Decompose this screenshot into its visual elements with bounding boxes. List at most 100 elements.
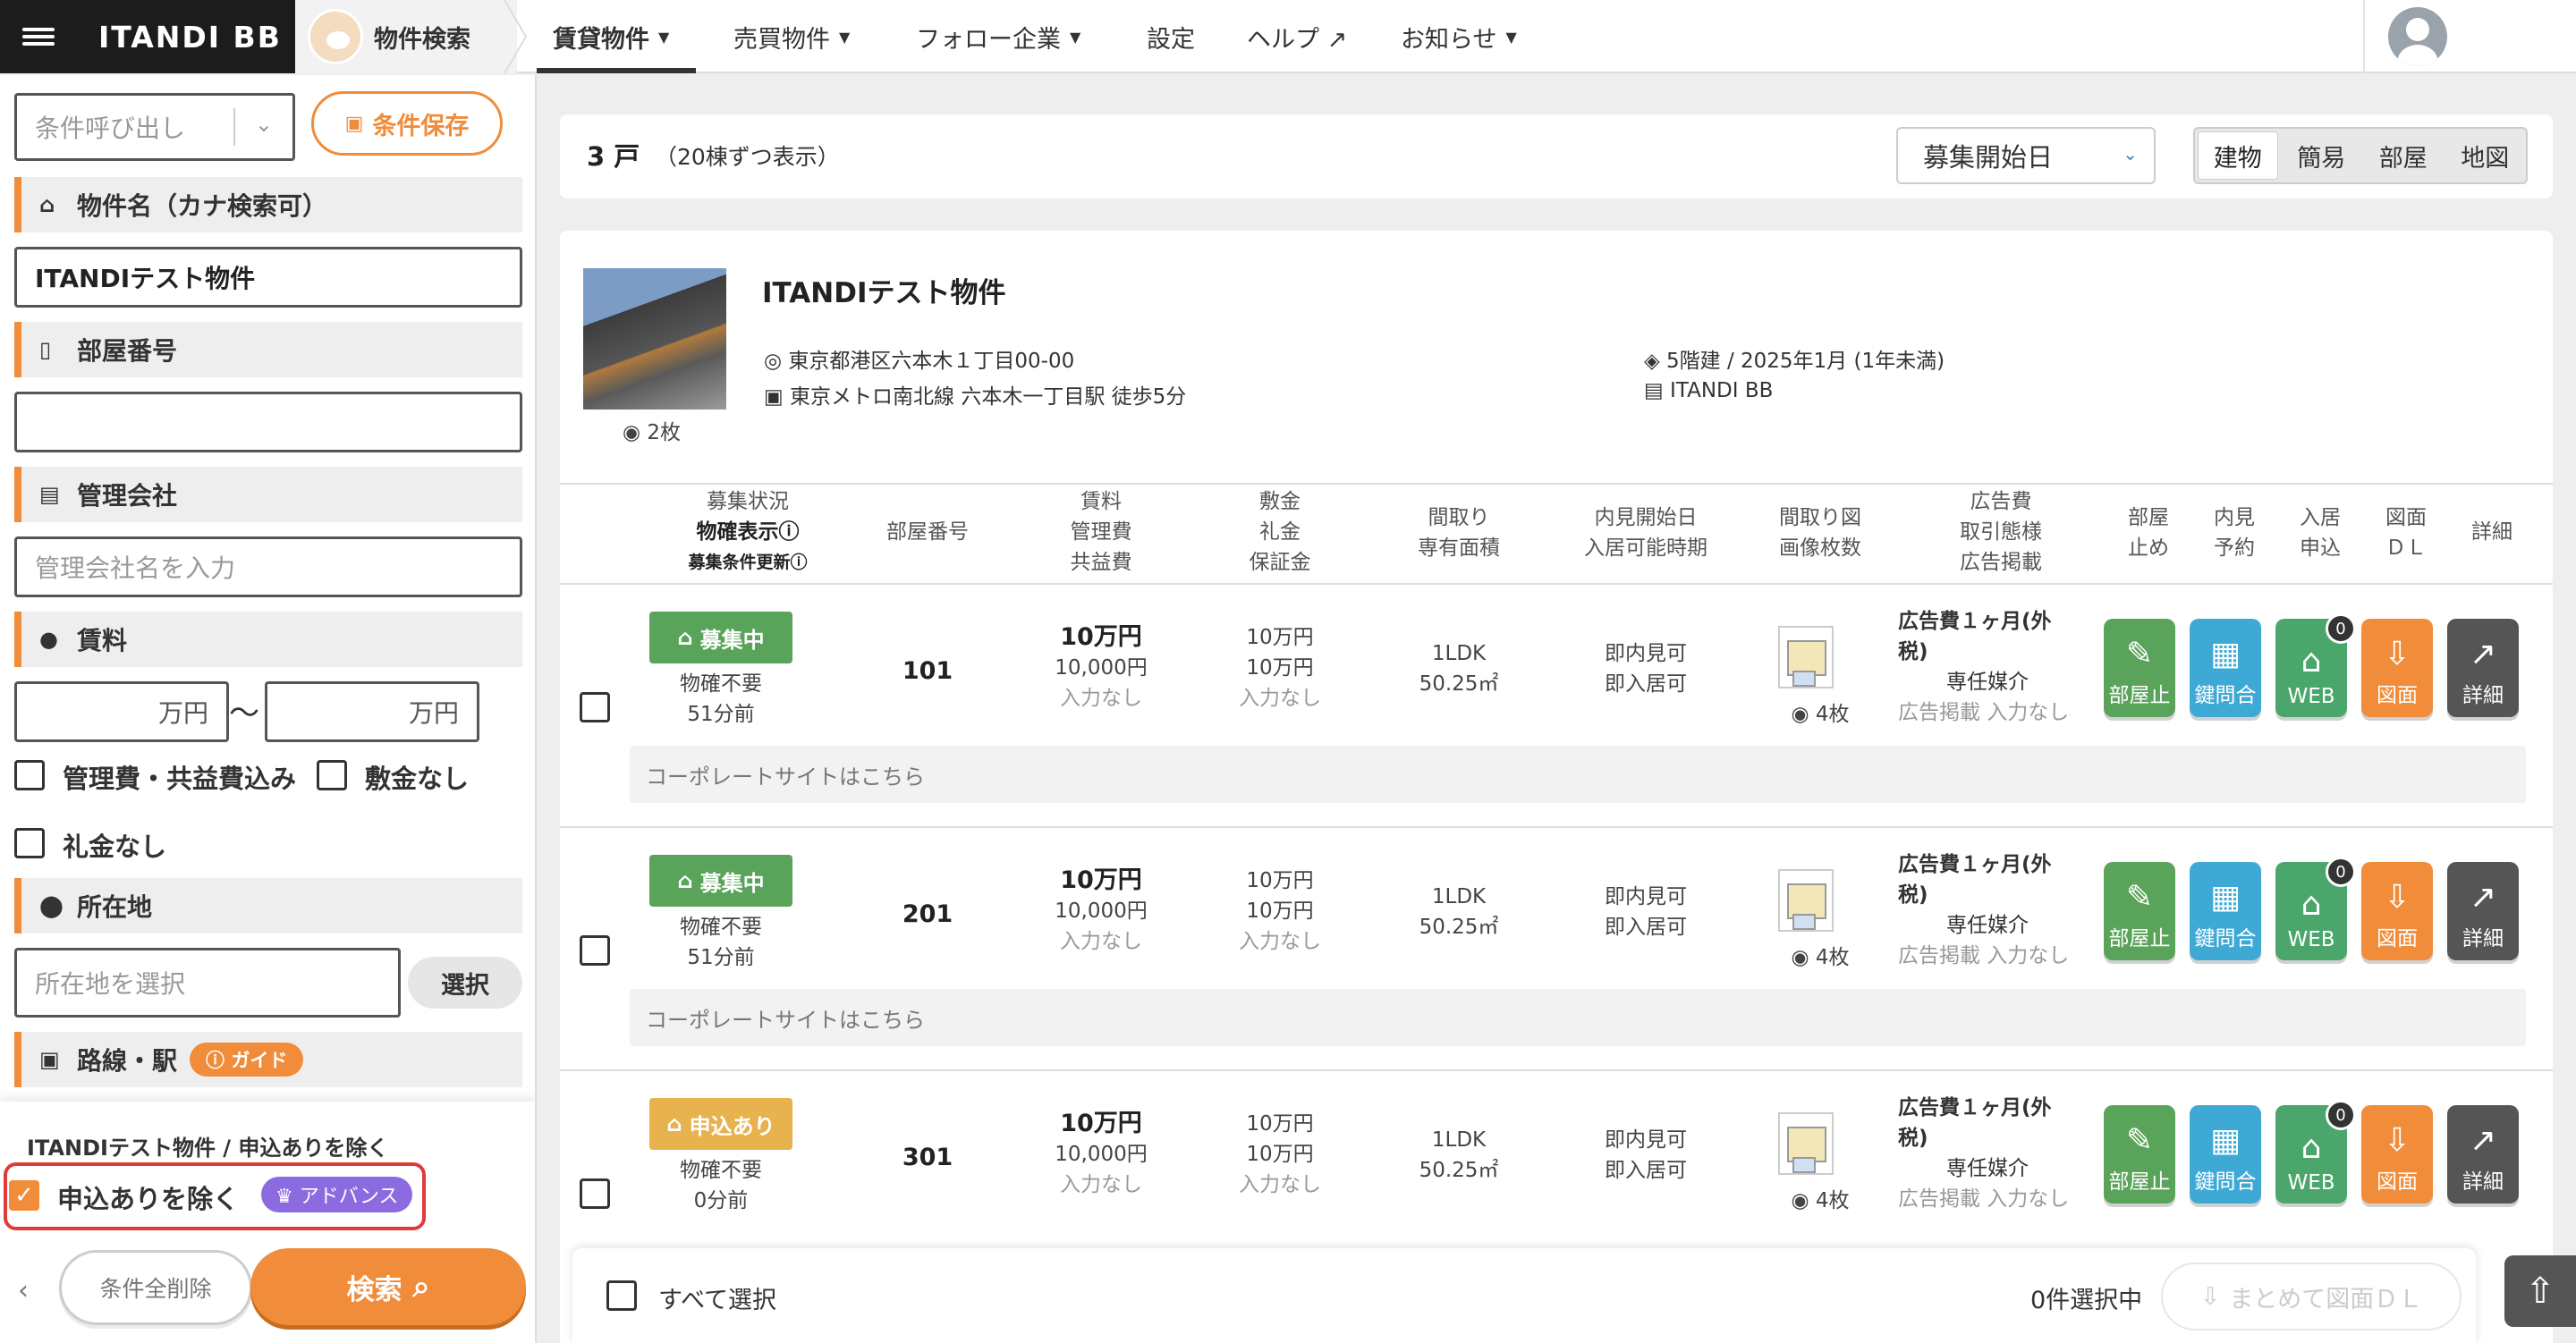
hamburger-menu-icon[interactable] — [0, 0, 77, 73]
action-label: 詳細 — [2462, 927, 2504, 950]
clear-all-button[interactable]: 条件全削除 — [59, 1250, 252, 1325]
scroll-to-top-icon[interactable]: ⇧ — [2504, 1255, 2576, 1327]
user-avatar-icon[interactable] — [2388, 7, 2447, 66]
row-select-checkbox[interactable] — [580, 935, 610, 966]
web-apply-count-badge: 0 — [2326, 613, 2356, 644]
rent-min-input[interactable]: 万円 — [14, 681, 229, 742]
calendar-action-button[interactable]: ▦ 鍵問合 — [2190, 619, 2261, 717]
viewing-cell: 即内見可 即入居可 — [1556, 1125, 1735, 1186]
header-status-line3[interactable]: 募集条件更新ⓘ — [649, 547, 846, 578]
property-search-module[interactable]: 物件検索 — [295, 0, 517, 73]
location-select-button[interactable]: 選択 — [408, 957, 522, 1009]
deal-type: 専任媒介 — [1946, 914, 2029, 937]
nav-tab-sale[interactable]: 売買物件 ▼ — [733, 0, 850, 73]
external-link-action-button[interactable]: ↗ 詳細 — [2447, 1105, 2519, 1204]
nav-tab-follow-label: フォロー企業 — [916, 25, 1061, 54]
view-toggle-map[interactable]: 地図 — [2445, 129, 2527, 182]
action-label: 部屋止 — [2108, 927, 2171, 950]
header-reserve-line2: 予約 — [2214, 536, 2255, 560]
external-link-action-button[interactable]: ↗ 詳細 — [2447, 862, 2519, 960]
floorplan-thumbnail[interactable] — [1778, 869, 1834, 932]
view-toggle-building[interactable]: 建物 — [2198, 131, 2278, 180]
view-toggle-simple[interactable]: 簡易 — [2281, 129, 2363, 182]
nav-tab-news-label: お知らせ — [1401, 25, 1497, 54]
download-action-button[interactable]: ⇩ 図面 — [2361, 1105, 2433, 1204]
calendar-action-button[interactable]: ▦ 鍵問合 — [2190, 1105, 2261, 1204]
viewing-cell: 即内見可 即入居可 — [1556, 882, 1735, 942]
layers-icon: ◈ — [1644, 350, 1666, 373]
view-toggle-room[interactable]: 部屋 — [2362, 129, 2445, 182]
condition-recall-select[interactable]: 条件呼び出し ⌄ — [14, 93, 295, 161]
corporate-site-link[interactable]: コーポレートサイトはこちら — [630, 746, 2526, 803]
pin-icon: ✎ — [2125, 1122, 2154, 1159]
photo-count-value: 2枚 — [647, 421, 682, 444]
header-deposit-line1: 敷金 — [1259, 490, 1301, 513]
external-link-action-button[interactable]: ↗ 詳細 — [2447, 619, 2519, 717]
save-condition-button[interactable]: ▣ 条件保存 — [311, 91, 503, 156]
no-deposit-checkbox[interactable] — [317, 760, 347, 790]
exclude-applied-label[interactable]: 申込ありを除く — [57, 1178, 239, 1216]
bulk-download-button[interactable]: ⇩ まとめて図面ＤＬ — [2161, 1263, 2462, 1330]
deposit-value: 10万円 — [1246, 1112, 1314, 1136]
building-icon: ▤ — [39, 482, 60, 507]
property-photo[interactable] — [583, 268, 726, 410]
select-all-label[interactable]: すべて選択 — [658, 1280, 776, 1315]
nav-tab-rental[interactable]: 賃貸物件 ▼ — [553, 0, 669, 73]
nav-tab-follow[interactable]: フォロー企業 ▼ — [916, 0, 1080, 73]
selected-count: 0件選択中 — [2030, 1287, 2143, 1314]
nav-tab-help[interactable]: ヘルプ ↗ — [1247, 0, 1347, 73]
nav-tab-help-label: ヘルプ ↗ — [1247, 25, 1348, 54]
include-fees-label[interactable]: 管理費・共益費込み — [63, 758, 296, 796]
section-rent: ● 賃料 — [14, 612, 522, 667]
view-map-label: 地図 — [2461, 144, 2510, 173]
sort-select[interactable]: 募集開始日 ⌄ — [1896, 127, 2156, 184]
no-key-money-label[interactable]: 礼金なし — [63, 826, 166, 864]
header-hold-line2: 止め — [2128, 536, 2169, 560]
exclude-applied-checkbox[interactable]: ✓ — [9, 1180, 39, 1211]
header-room-number: 部屋番号 — [886, 520, 969, 544]
room-number[interactable]: 101 — [852, 656, 1004, 687]
row-select-checkbox[interactable] — [580, 692, 610, 722]
bulk-download-label: まとめて図面ＤＬ — [2229, 1285, 2423, 1313]
ad-posting: 広告掲載 入力なし — [1898, 1187, 2070, 1211]
location-placeholder: 所在地を選択 — [35, 969, 186, 999]
pin-icon: ✎ — [2125, 879, 2154, 916]
no-deposit-label[interactable]: 敷金なし — [365, 758, 469, 796]
floorplan-thumbnail[interactable] — [1778, 1112, 1834, 1175]
location-input[interactable]: 所在地を選択 — [14, 948, 401, 1018]
header-status: 募集状況 物確表示ⓘ 募集条件更新ⓘ — [649, 486, 846, 578]
action-label: WEB — [2287, 928, 2335, 951]
header-deposit-line3: 保証金 — [1249, 551, 1311, 574]
include-fees-checkbox[interactable] — [14, 760, 45, 790]
collapse-sidebar-icon[interactable]: ‹ — [18, 1275, 29, 1306]
status-badge: ⌂ 募集中 — [649, 855, 792, 907]
nav-tab-news[interactable]: お知らせ ▼ — [1401, 0, 1517, 73]
download-action-button[interactable]: ⇩ 図面 — [2361, 619, 2433, 717]
room-number[interactable]: 201 — [852, 900, 1004, 930]
header-ad-line2: 取引態様 — [1960, 520, 2042, 544]
guide-badge[interactable]: ⓘ ガイド — [190, 1043, 304, 1077]
room-number[interactable]: 301 — [852, 1143, 1004, 1173]
download-action-button[interactable]: ⇩ 図面 — [2361, 862, 2433, 960]
row-select-checkbox[interactable] — [580, 1178, 610, 1209]
search-button[interactable]: 検索 ⌕ — [250, 1248, 526, 1325]
management-company-input[interactable]: 管理会社名を入力 — [14, 536, 522, 597]
room-number-input[interactable] — [14, 392, 522, 452]
nav-tab-settings[interactable]: 設定 — [1147, 0, 1195, 73]
table-top-border — [560, 483, 2553, 485]
header-layout-line2: 専有面積 — [1418, 536, 1500, 560]
floorplan-thumbnail[interactable] — [1778, 626, 1834, 688]
corporate-site-link[interactable]: コーポレートサイトはこちら — [630, 989, 2526, 1046]
rent-max-input[interactable]: 万円 — [265, 681, 479, 742]
property-name-input[interactable]: ITANDIテスト物件 — [14, 247, 522, 308]
brand-logo[interactable]: ITANDI BB — [77, 0, 295, 73]
calendar-action-button[interactable]: ▦ 鍵問合 — [2190, 862, 2261, 960]
no-key-money-checkbox[interactable] — [14, 828, 45, 858]
pin-action-button[interactable]: ✎ 部屋止 — [2104, 862, 2175, 960]
pin-action-button[interactable]: ✎ 部屋止 — [2104, 1105, 2175, 1204]
ad-cell: 広告費１ヶ月(外 税) 専任媒介 広告掲載 入力なし — [1898, 1093, 2113, 1214]
property-name[interactable]: ITANDIテスト物件 — [762, 270, 1005, 310]
pin-action-button[interactable]: ✎ 部屋止 — [2104, 619, 2175, 717]
header-status-line2[interactable]: 物確表示ⓘ — [649, 517, 846, 547]
select-all-checkbox[interactable] — [606, 1280, 637, 1311]
